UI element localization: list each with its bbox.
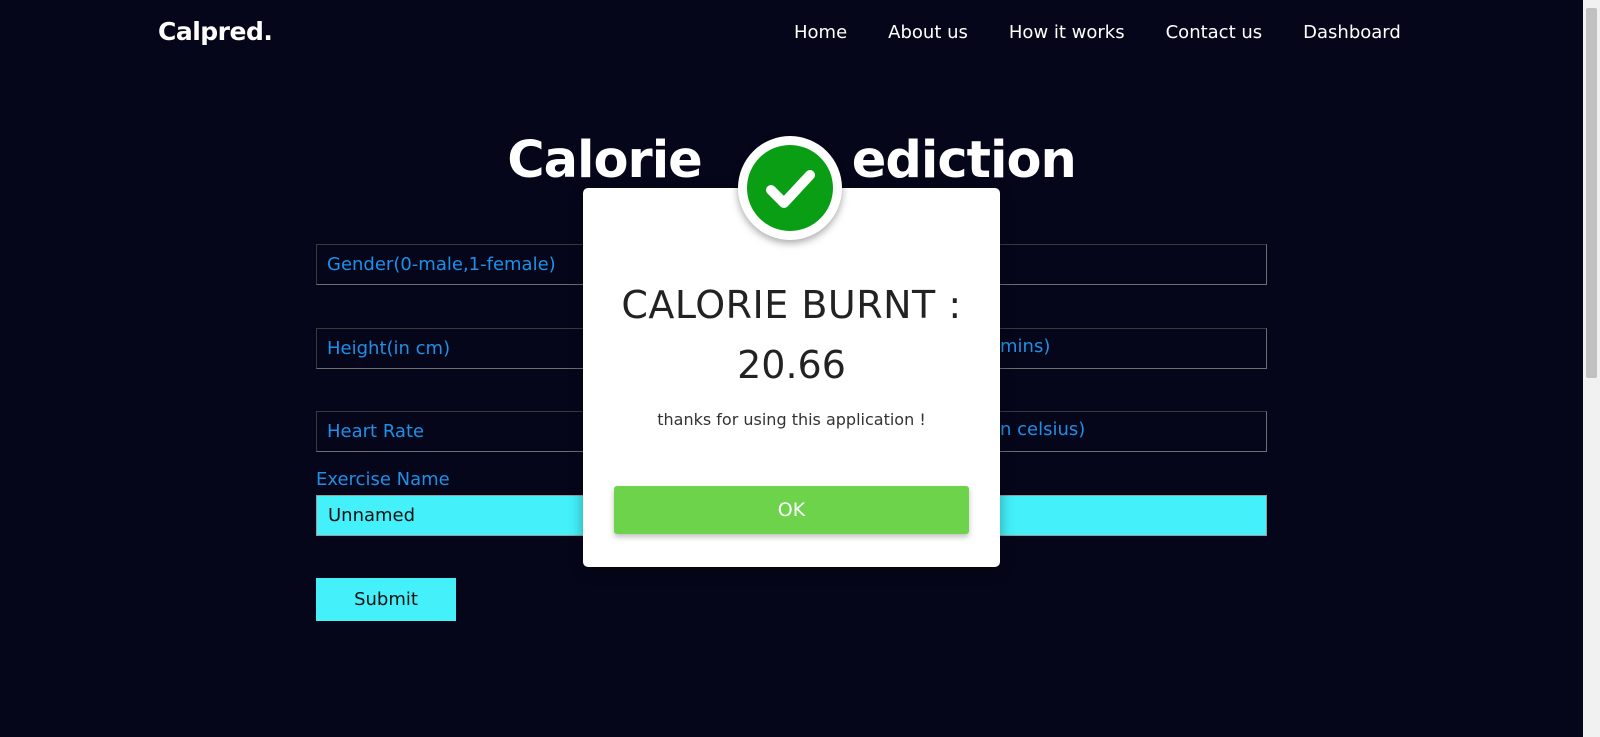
- calorie-value: 20.66: [737, 343, 846, 387]
- ok-button[interactable]: OK: [614, 486, 969, 534]
- page: Calpred. Home About us How it works Cont…: [0, 0, 1583, 737]
- success-badge: [738, 136, 842, 240]
- modal-title: CALORIE BURNT :: [621, 283, 962, 327]
- success-check-icon: [747, 145, 833, 231]
- modal-message: thanks for using this application !: [657, 410, 926, 429]
- page-scrollbar[interactable]: [1583, 0, 1600, 737]
- scrollbar-thumb[interactable]: [1586, 8, 1597, 378]
- result-modal: CALORIE BURNT : 20.66 thanks for using t…: [583, 188, 1000, 567]
- modal-overlay: CALORIE BURNT : 20.66 thanks for using t…: [0, 0, 1583, 737]
